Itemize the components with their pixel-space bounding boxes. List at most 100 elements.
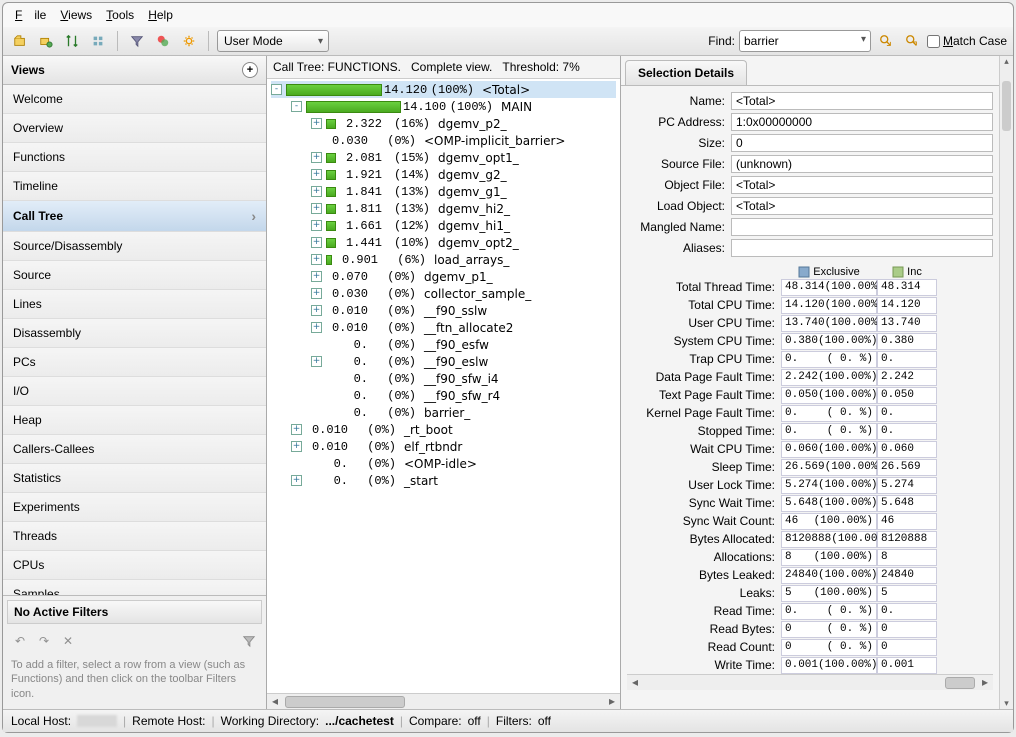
view-item-pcs[interactable]: PCs: [3, 348, 266, 377]
expand-toggle[interactable]: +: [311, 203, 322, 214]
view-item-lines[interactable]: Lines: [3, 290, 266, 319]
expand-toggle[interactable]: +: [311, 186, 322, 197]
tree-row[interactable]: +2.322(16%)dgemv_p2_: [271, 115, 616, 132]
view-item-functions[interactable]: Functions: [3, 143, 266, 172]
expand-toggle[interactable]: +: [291, 475, 302, 486]
aggregate-icon[interactable]: [87, 30, 109, 52]
expand-toggle[interactable]: +: [311, 356, 322, 367]
expand-toggle[interactable]: -: [291, 101, 302, 112]
selection-details-tab[interactable]: Selection Details: [625, 60, 747, 85]
add-experiment-icon[interactable]: [35, 30, 57, 52]
metric-row: Sync Wait Count:46(100.00%)46: [627, 512, 993, 530]
metric-row: Leaks:5(100.00%)5: [627, 584, 993, 602]
view-item-cpus[interactable]: CPUs: [3, 551, 266, 580]
tree-row[interactable]: 0.(0%)<OMP-idle>: [271, 455, 616, 472]
filter-hint: To add a filter, select a row from a vie…: [7, 654, 262, 705]
find-next-icon[interactable]: [875, 30, 897, 52]
metric-row: User Lock Time:5.274(100.00%)5.274: [627, 476, 993, 494]
h-scrollbar[interactable]: ◂▸: [267, 693, 620, 709]
expand-toggle[interactable]: +: [311, 152, 322, 163]
mode-combo[interactable]: User Mode: [217, 30, 329, 52]
open-experiment-icon[interactable]: [9, 30, 31, 52]
expand-toggle[interactable]: +: [311, 288, 322, 299]
add-view-button[interactable]: +: [242, 62, 258, 78]
tree-row[interactable]: +2.081(15%)dgemv_opt1_: [271, 149, 616, 166]
tree-row[interactable]: +0.010(0%)__ftn_allocate2: [271, 319, 616, 336]
view-item-i-o[interactable]: I/O: [3, 377, 266, 406]
view-item-callers-callees[interactable]: Callers-Callees: [3, 435, 266, 464]
match-case-checkbox[interactable]: Match Case: [927, 34, 1007, 48]
menu-help[interactable]: Help: [142, 6, 179, 24]
view-item-source[interactable]: Source: [3, 261, 266, 290]
undo-filter-icon[interactable]: ↶: [9, 630, 31, 652]
metric-row: Write Time:0.001(100.00%)0.001: [627, 656, 993, 674]
expand-toggle[interactable]: +: [311, 220, 322, 231]
filters-title: No Active Filters: [7, 600, 262, 624]
settings-icon[interactable]: [178, 30, 200, 52]
tree-row[interactable]: -14.120(100%)<Total>: [271, 81, 616, 98]
metric-row: Bytes Allocated:8120888(100.00%)8120888: [627, 530, 993, 548]
find-prev-icon[interactable]: [901, 30, 923, 52]
tree-row[interactable]: +0.(0%)__f90_eslw: [271, 353, 616, 370]
tree-row[interactable]: +1.841(13%)dgemv_g1_: [271, 183, 616, 200]
view-item-welcome[interactable]: Welcome: [3, 85, 266, 114]
detail-row: Object File:<Total>: [627, 176, 993, 194]
filter-funnel-icon[interactable]: [238, 630, 260, 652]
expand-toggle[interactable]: +: [311, 322, 322, 333]
statusbar: Local Host: | Remote Host: | Working Dir…: [3, 709, 1013, 732]
tree-row[interactable]: 0.030(0%)<OMP-implicit_barrier>: [271, 132, 616, 149]
functions-color-icon[interactable]: [152, 30, 174, 52]
menu-tools[interactable]: Tools: [100, 6, 140, 24]
view-item-statistics[interactable]: Statistics: [3, 464, 266, 493]
metric-row: Stopped Time:0.( 0. %)0.: [627, 422, 993, 440]
expand-toggle[interactable]: +: [311, 237, 322, 248]
view-item-call-tree[interactable]: Call Tree: [3, 201, 266, 232]
tree-row[interactable]: +1.661(12%)dgemv_hi1_: [271, 217, 616, 234]
exclusive-col: Exclusive: [781, 266, 877, 278]
tree-row[interactable]: +0.010(0%)elf_rtbndr: [271, 438, 616, 455]
compare-icon[interactable]: [61, 30, 83, 52]
tree-row[interactable]: +0.030(0%)collector_sample_: [271, 285, 616, 302]
tree-row[interactable]: 0.(0%)__f90_sfw_r4: [271, 387, 616, 404]
tree-row[interactable]: +0.070(0%)dgemv_p1_: [271, 268, 616, 285]
tree-row[interactable]: -14.100(100%)MAIN: [271, 98, 616, 115]
menu-file[interactable]: File: [9, 6, 52, 24]
expand-toggle[interactable]: +: [311, 254, 322, 265]
redo-filter-icon[interactable]: ↷: [33, 630, 55, 652]
tree-row[interactable]: +1.441(10%)dgemv_opt2_: [271, 234, 616, 251]
tree-row[interactable]: +0.(0%)_start: [271, 472, 616, 489]
metric-row: Sleep Time:26.569(100.00%)26.569: [627, 458, 993, 476]
call-tree[interactable]: -14.120(100%)<Total>-14.100(100%)MAIN+2.…: [267, 79, 620, 693]
view-item-threads[interactable]: Threads: [3, 522, 266, 551]
expand-toggle[interactable]: +: [311, 271, 322, 282]
menu-views[interactable]: Views: [54, 6, 98, 24]
tree-row[interactable]: 0.(0%)__f90_esfw: [271, 336, 616, 353]
h-scrollbar-right[interactable]: ◂▸: [627, 674, 993, 690]
view-item-source-disassembly[interactable]: Source/Disassembly: [3, 232, 266, 261]
view-item-samples[interactable]: Samples: [3, 580, 266, 595]
tree-row[interactable]: +0.010(0%)_rt_boot: [271, 421, 616, 438]
remove-filter-icon[interactable]: ✕: [57, 630, 79, 652]
tree-row[interactable]: 0.(0%)barrier_: [271, 404, 616, 421]
view-item-heap[interactable]: Heap: [3, 406, 266, 435]
tree-row[interactable]: +0.010(0%)__f90_sslw: [271, 302, 616, 319]
expand-toggle[interactable]: +: [311, 305, 322, 316]
expand-toggle[interactable]: -: [271, 84, 282, 95]
find-input[interactable]: [739, 30, 871, 52]
divider: [117, 31, 118, 51]
view-item-overview[interactable]: Overview: [3, 114, 266, 143]
expand-toggle[interactable]: +: [291, 424, 302, 435]
view-item-disassembly[interactable]: Disassembly: [3, 319, 266, 348]
tree-row[interactable]: +0.901(6%)load_arrays_: [271, 251, 616, 268]
expand-toggle[interactable]: +: [311, 169, 322, 180]
expand-toggle[interactable]: +: [291, 441, 302, 452]
metric-row: Text Page Fault Time:0.050(100.00%)0.050: [627, 386, 993, 404]
view-item-experiments[interactable]: Experiments: [3, 493, 266, 522]
expand-toggle[interactable]: +: [311, 118, 322, 129]
v-scrollbar[interactable]: ▴▾: [999, 56, 1013, 709]
filter-icon[interactable]: [126, 30, 148, 52]
tree-row[interactable]: +1.811(13%)dgemv_hi2_: [271, 200, 616, 217]
tree-row[interactable]: 0.(0%)__f90_sfw_i4: [271, 370, 616, 387]
view-item-timeline[interactable]: Timeline: [3, 172, 266, 201]
tree-row[interactable]: +1.921(14%)dgemv_g2_: [271, 166, 616, 183]
